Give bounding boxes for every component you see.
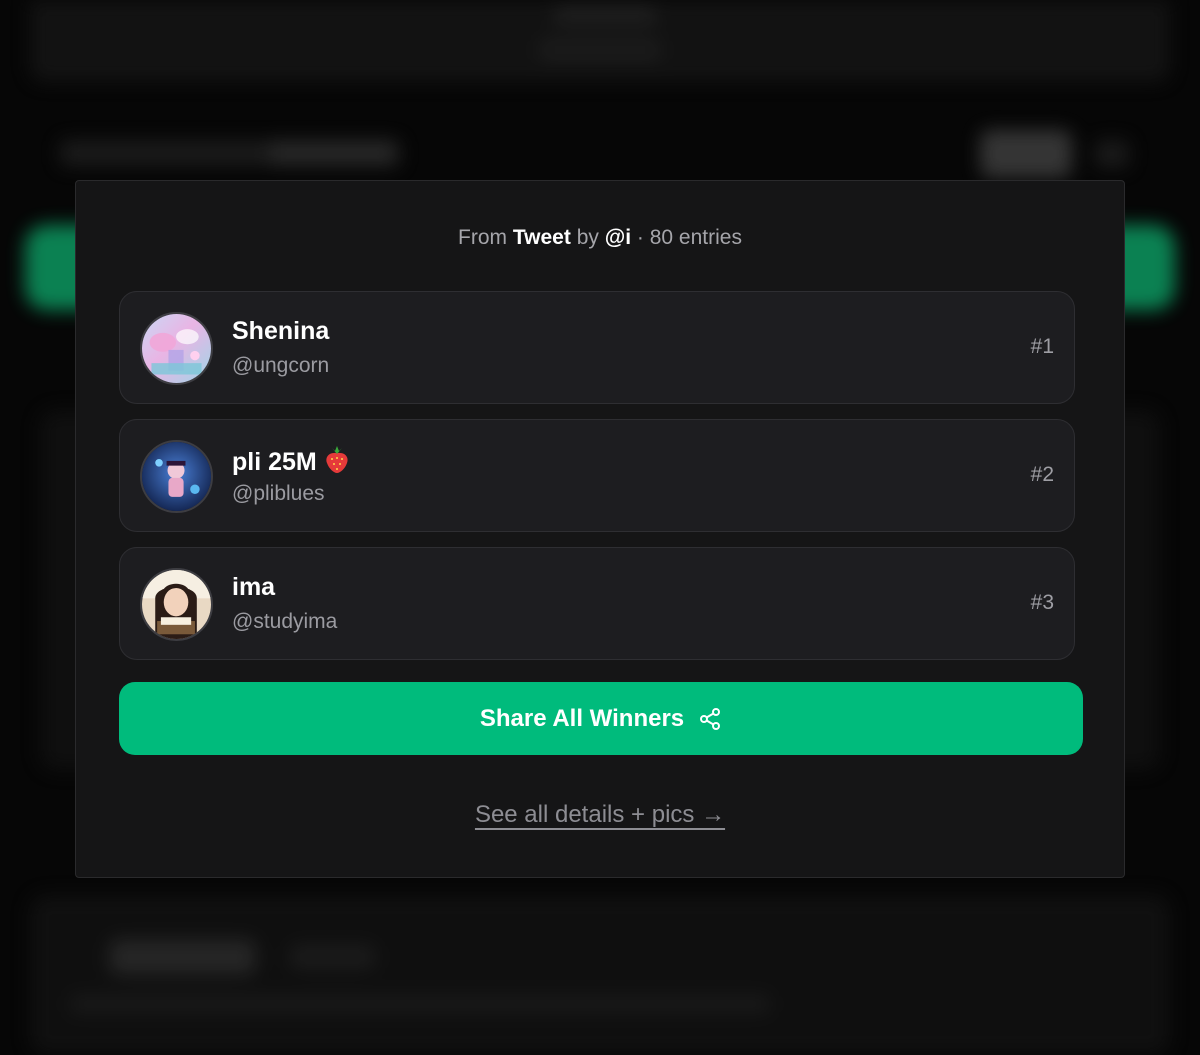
winner-card[interactable]: Shenina @ungcorn #1 [119,291,1075,404]
strawberry-icon [323,444,351,474]
winner-card[interactable]: pli 25M @pliblues #2 [119,419,1075,532]
background-icon [1095,140,1129,168]
background-footer-card [30,895,1170,1055]
winner-handle: @pliblues [232,481,325,507]
source-platform: Tweet [513,226,571,249]
winner-rank: #3 [1031,590,1054,616]
background-footer-title [110,940,255,974]
winner-rank: #2 [1031,462,1054,488]
background-button [980,130,1072,178]
avatar [140,568,213,641]
source-author: @i [605,226,631,249]
source-entries: · 80 entries [637,226,742,249]
winners-modal: From Tweet by @i · 80 entries [75,180,1125,878]
background-title-highlight [270,140,395,166]
source-by-label: by [577,226,599,249]
background-subtitle [540,40,660,60]
see-all-details-link[interactable]: See all details + pics → [475,801,725,828]
source-line: From Tweet by @i · 80 entries [76,225,1124,251]
winner-name-text: pli 25M [232,448,317,476]
winner-handle: @ungcorn [232,353,329,379]
avatar-blue-art [142,442,211,511]
details-link-row: See all details + pics → [76,801,1124,829]
winner-name: Shenina [232,316,329,346]
winner-name: ima [232,572,275,602]
avatar-girl-reading [142,570,211,639]
background-logo [555,6,655,24]
share-button-label: Share All Winners [480,705,684,733]
share-all-winners-button[interactable]: Share All Winners [119,682,1083,755]
winner-rank: #1 [1031,334,1054,360]
source-prefix: From [458,226,507,249]
winner-card[interactable]: ima @studyima #3 [119,547,1075,660]
share-icon [698,707,722,731]
background-footer-tag [290,945,375,969]
avatar-pastel-art [142,314,211,383]
avatar [140,312,213,385]
winner-handle: @studyima [232,609,337,635]
avatar [140,440,213,513]
winner-name: pli 25M [232,444,351,477]
background-footer-text [70,995,770,1013]
